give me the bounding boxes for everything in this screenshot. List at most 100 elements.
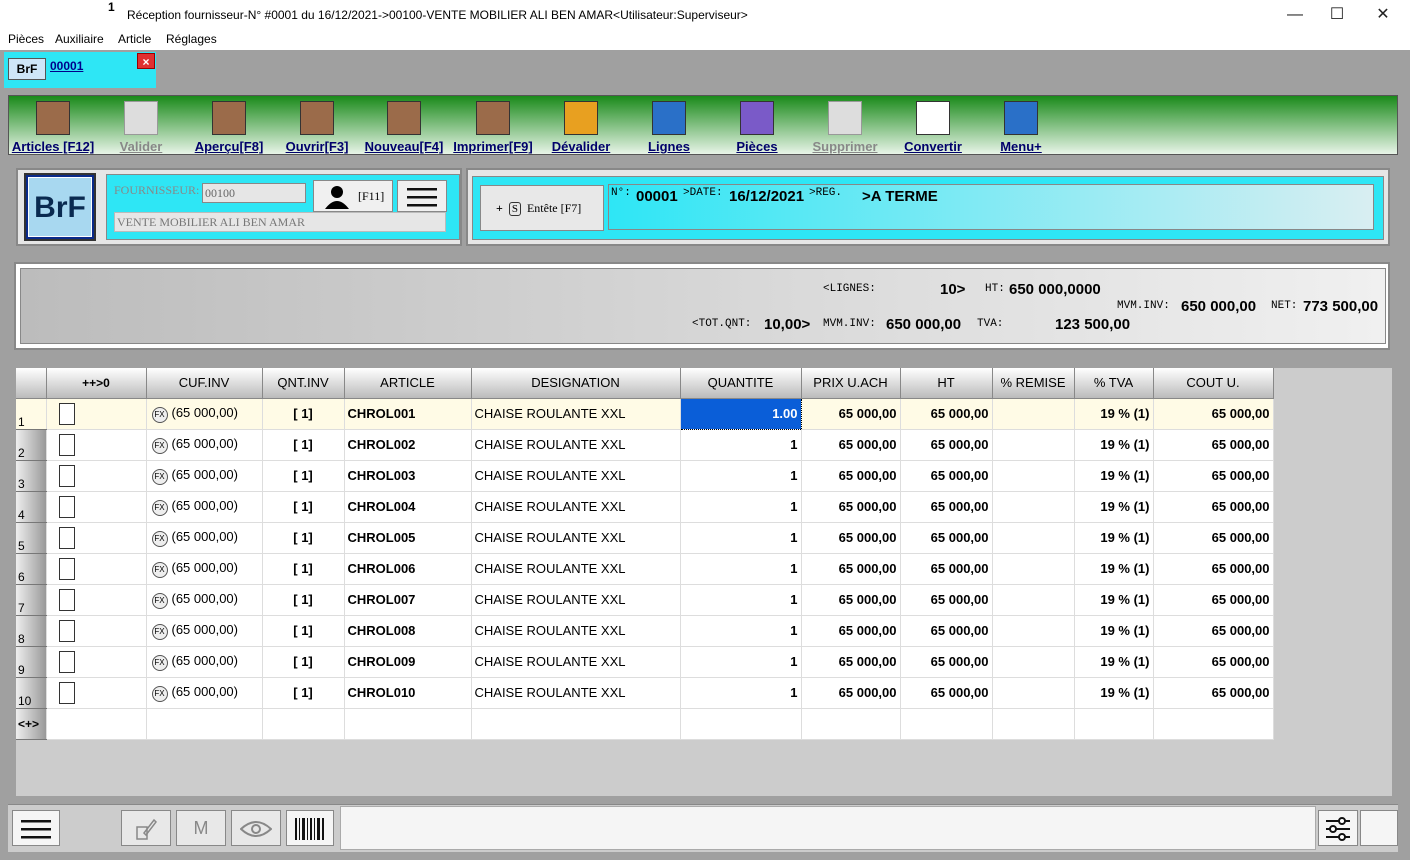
col-remise[interactable]: % REMISE <box>992 368 1075 399</box>
table-row[interactable]: 2 FX (65 000,00)[ 1] CHROL002 CHAISE ROULANT… <box>16 429 1274 461</box>
cell-qnt-inv[interactable]: [ 1] <box>262 491 345 523</box>
new-row-cell[interactable] <box>146 708 263 740</box>
cell-designation[interactable]: CHAISE ROULANTE XXL <box>471 584 681 616</box>
cell-quantite[interactable]: 1 <box>680 553 802 585</box>
cell-prix[interactable]: 65 000,00 <box>801 491 901 523</box>
toolbar-new-button[interactable]: Nouveau[F4] <box>362 97 446 155</box>
checkbox[interactable] <box>58 650 75 673</box>
cell-article[interactable]: CHROL006 <box>344 553 472 585</box>
cell-remise[interactable] <box>992 460 1075 492</box>
m-button[interactable]: M <box>176 810 226 846</box>
toolbar-menu-plus-button[interactable]: Menu+ <box>996 97 1046 155</box>
new-row-cell[interactable] <box>900 708 993 740</box>
cell-cout[interactable]: 65 000,00 <box>1153 491 1274 523</box>
row-number[interactable]: 4 <box>16 491 47 523</box>
cell-tva[interactable]: 19 % (1) <box>1074 553 1154 585</box>
cell-prix[interactable]: 65 000,00 <box>801 522 901 554</box>
row-number[interactable]: 1 <box>16 398 47 430</box>
cell-prix[interactable]: 65 000,00 <box>801 584 901 616</box>
cell-qnt-inv[interactable]: [ 1] <box>262 398 345 430</box>
cell-cout[interactable]: 65 000,00 <box>1153 584 1274 616</box>
row-number[interactable]: 7 <box>16 584 47 616</box>
cell-qnt-inv[interactable]: [ 1] <box>262 553 345 585</box>
cell-prix[interactable]: 65 000,00 <box>801 398 901 430</box>
checkbox[interactable] <box>58 619 75 642</box>
col-designation[interactable]: DESIGNATION <box>471 368 681 399</box>
cell-cout[interactable]: 65 000,00 <box>1153 677 1274 709</box>
supplier-name-field[interactable]: VENTE MOBILIER ALI BEN AMAR <box>114 212 446 232</box>
cell-prix[interactable]: 65 000,00 <box>801 553 901 585</box>
cell-remise[interactable] <box>992 429 1075 461</box>
close-window-button[interactable]: ✕ <box>1360 0 1406 30</box>
cell-cout[interactable]: 65 000,00 <box>1153 460 1274 492</box>
row-checkbox[interactable] <box>46 615 147 647</box>
row-checkbox[interactable] <box>46 460 147 492</box>
supplier-menu-button[interactable] <box>397 180 447 212</box>
row-number[interactable]: 10 <box>16 677 47 709</box>
cell-remise[interactable] <box>992 491 1075 523</box>
new-row-cell[interactable] <box>46 708 147 740</box>
toolbar-convert-button[interactable]: Convertir <box>900 97 966 155</box>
row-checkbox[interactable] <box>46 398 147 430</box>
cell-article[interactable]: CHROL001 <box>344 398 472 430</box>
table-row[interactable]: 7 FX (65 000,00)[ 1] CHROL007 CHAISE ROULANT… <box>16 584 1274 616</box>
checkbox[interactable] <box>58 526 75 549</box>
cell-article[interactable]: CHROL007 <box>344 584 472 616</box>
row-number[interactable]: 8 <box>16 615 47 647</box>
col-cout-u[interactable]: COUT U. <box>1153 368 1274 399</box>
cell-prix[interactable]: 65 000,00 <box>801 615 901 647</box>
cell-qnt-inv[interactable]: [ 1] <box>262 429 345 461</box>
new-row[interactable]: <+> <box>16 708 1274 740</box>
row-number[interactable]: 6 <box>16 553 47 585</box>
cell-designation[interactable]: CHAISE ROULANTE XXL <box>471 491 681 523</box>
row-checkbox[interactable] <box>46 491 147 523</box>
settings-button[interactable] <box>1318 810 1358 846</box>
cell-quantite[interactable]: 1 <box>680 646 802 678</box>
cell-ht[interactable]: 65 000,00 <box>900 646 993 678</box>
tab-doc-type[interactable]: BrF <box>8 58 46 80</box>
col-prix-u-ach[interactable]: PRIX U.ACH <box>801 368 901 399</box>
row-checkbox[interactable] <box>46 553 147 585</box>
row-number[interactable]: 9 <box>16 646 47 678</box>
cell-qnt-inv[interactable]: [ 1] <box>262 522 345 554</box>
cell-cuf-inv[interactable]: FX (65 000,00) <box>146 646 263 678</box>
checkbox[interactable] <box>58 495 75 518</box>
col-tva[interactable]: % TVA <box>1074 368 1154 399</box>
table-row[interactable]: 9 FX (65 000,00)[ 1] CHROL009 CHAISE ROULANT… <box>16 646 1274 678</box>
row-checkbox[interactable] <box>46 429 147 461</box>
table-row[interactable]: 1 FX (65 000,00)[ 1] CHROL001 CHAISE ROULANT… <box>16 397 1274 430</box>
table-row[interactable]: 3 FX (65 000,00)[ 1] CHROL003 CHAISE ROULANT… <box>16 460 1274 492</box>
toolbar-open-button[interactable]: Ouvrir[F3] <box>282 97 352 155</box>
row-checkbox[interactable] <box>46 646 147 678</box>
toolbar-preview-button[interactable]: Aperçu[F8] <box>192 97 266 155</box>
cell-cuf-inv[interactable]: FX (65 000,00) <box>146 615 263 647</box>
cell-designation[interactable]: CHAISE ROULANTE XXL <box>471 677 681 709</box>
view-button[interactable] <box>231 810 281 846</box>
cell-article[interactable]: CHROL004 <box>344 491 472 523</box>
cell-quantite[interactable]: 1 <box>680 522 802 554</box>
new-row-cell[interactable] <box>1074 708 1154 740</box>
cell-qnt-inv[interactable]: [ 1] <box>262 460 345 492</box>
cell-tva[interactable]: 19 % (1) <box>1074 491 1154 523</box>
col-check[interactable]: ++>0 <box>46 368 147 399</box>
edit-button[interactable] <box>121 810 171 846</box>
cell-remise[interactable] <box>992 553 1075 585</box>
cell-cuf-inv[interactable]: FX (65 000,00) <box>146 398 263 430</box>
table-row[interactable]: 4 FX (65 000,00)[ 1] CHROL004 CHAISE ROULANT… <box>16 491 1274 523</box>
cell-ht[interactable]: 65 000,00 <box>900 615 993 647</box>
cell-tva[interactable]: 19 % (1) <box>1074 646 1154 678</box>
row-checkbox[interactable] <box>46 677 147 709</box>
cell-qnt-inv[interactable]: [ 1] <box>262 677 345 709</box>
cell-ht[interactable]: 65 000,00 <box>900 522 993 554</box>
col-ht[interactable]: HT <box>900 368 993 399</box>
cell-cuf-inv[interactable]: FX (65 000,00) <box>146 677 263 709</box>
cell-designation[interactable]: CHAISE ROULANTE XXL <box>471 429 681 461</box>
new-row-cell[interactable] <box>1153 708 1274 740</box>
cell-cout[interactable]: 65 000,00 <box>1153 615 1274 647</box>
cell-designation[interactable]: CHAISE ROULANTE XXL <box>471 615 681 647</box>
new-row-cell[interactable] <box>344 708 472 740</box>
cell-quantite[interactable]: 1 <box>680 584 802 616</box>
cell-quantite[interactable]: 1 <box>680 615 802 647</box>
cell-quantite[interactable]: 1 <box>680 429 802 461</box>
cell-cuf-inv[interactable]: FX (65 000,00) <box>146 553 263 585</box>
